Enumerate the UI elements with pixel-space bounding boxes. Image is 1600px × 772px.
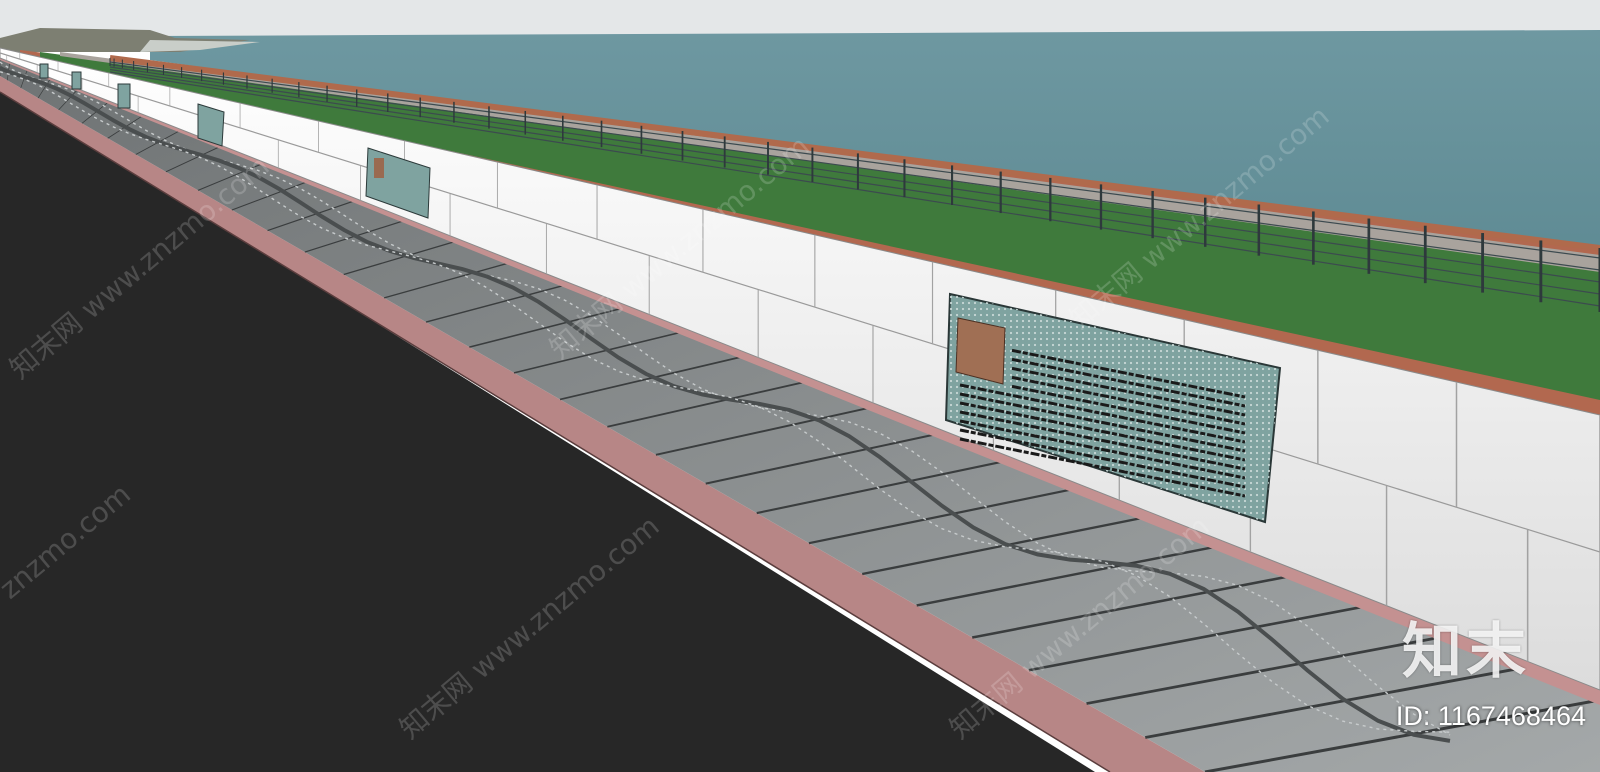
sign-board-icon xyxy=(39,63,49,79)
sign-board-icon xyxy=(71,71,82,90)
sign-photo xyxy=(955,317,1006,385)
image-id-label: ID: 1167468464 xyxy=(1395,701,1586,731)
sign-image xyxy=(374,158,384,178)
sign-board-icon xyxy=(197,103,225,147)
landscape-rendering: 知末网 www.znzmo.com 知末网 www.znzmo.com 知末网 … xyxy=(0,0,1600,772)
sign-board-icon xyxy=(117,83,131,109)
brand-logo: 知末 xyxy=(1402,617,1530,687)
